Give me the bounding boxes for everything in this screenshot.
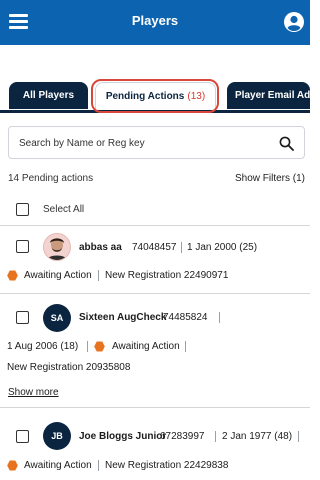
tab-pending-actions[interactable]: Pending Actions (13) <box>95 82 216 109</box>
separator <box>98 270 99 281</box>
player-dob: 1 Jan 2000 (25) <box>187 242 258 253</box>
status-badge: Awaiting Action <box>24 460 92 471</box>
show-filters-link[interactable]: Show Filters (1) <box>235 173 305 184</box>
app-header: Players <box>0 0 310 45</box>
tab-all-players[interactable]: All Players <box>9 82 88 109</box>
row-checkbox[interactable] <box>16 240 29 253</box>
player-name[interactable]: abbas aa <box>79 242 122 253</box>
avatar-initials: SA <box>50 313 64 323</box>
player-reg-key: 74485824 <box>163 312 208 323</box>
status-hexagon-icon <box>94 341 105 352</box>
tab-label: All Players <box>22 90 75 101</box>
separator <box>181 242 182 253</box>
separator <box>87 341 88 352</box>
tab-count-badge: (13) <box>187 90 206 102</box>
separator <box>98 460 99 471</box>
avatar-initials: JB <box>51 431 63 441</box>
tabs-bar: All Players Pending Actions (13) Player … <box>0 45 310 113</box>
tabs-underline <box>0 110 310 113</box>
row-checkbox[interactable] <box>16 311 29 324</box>
tab-player-email-address[interactable]: Player Email Ad <box>227 82 310 109</box>
player-name[interactable]: Sixteen AugCheck <box>79 312 166 323</box>
pending-action-text[interactable]: New Registration 22490971 <box>105 270 228 281</box>
tab-label: Pending Actions <box>105 90 185 102</box>
page-title: Players <box>131 13 179 28</box>
divider <box>0 225 310 226</box>
tab-label: Player Email Ad <box>235 90 310 101</box>
select-all-checkbox[interactable] <box>16 203 29 216</box>
separator <box>185 341 186 352</box>
player-dob: 2 Jan 1977 (48) <box>222 431 293 442</box>
pending-action-text[interactable]: New Registration 22429838 <box>105 460 228 471</box>
divider <box>0 293 310 294</box>
status-badge: Awaiting Action <box>24 270 92 281</box>
show-more-link[interactable]: Show more <box>8 387 59 398</box>
separator <box>219 312 220 323</box>
player-dob: 1 Aug 2006 (18) <box>7 341 79 352</box>
search-input[interactable] <box>19 135 269 151</box>
avatar: SA <box>43 304 71 332</box>
separator <box>215 431 216 442</box>
select-all-label: Select All <box>43 204 85 215</box>
status-hexagon-icon <box>7 270 18 281</box>
pending-actions-count: 14 Pending actions <box>8 173 94 184</box>
avatar <box>43 233 71 261</box>
divider <box>0 407 310 408</box>
account-circle-icon[interactable] <box>284 12 304 32</box>
player-photo-icon <box>44 234 70 260</box>
search-icon[interactable] <box>279 136 294 151</box>
status-hexagon-icon <box>7 460 18 471</box>
status-badge: Awaiting Action <box>112 341 180 352</box>
avatar: JB <box>43 422 71 450</box>
separator <box>298 431 299 442</box>
player-reg-key: 74048457 <box>132 242 177 253</box>
player-name[interactable]: Joe Bloggs Junior <box>79 431 166 442</box>
row-checkbox[interactable] <box>16 430 29 443</box>
player-reg-key: 67283997 <box>160 431 205 442</box>
pending-action-text[interactable]: New Registration 20935808 <box>7 362 130 373</box>
search-box <box>8 126 305 159</box>
